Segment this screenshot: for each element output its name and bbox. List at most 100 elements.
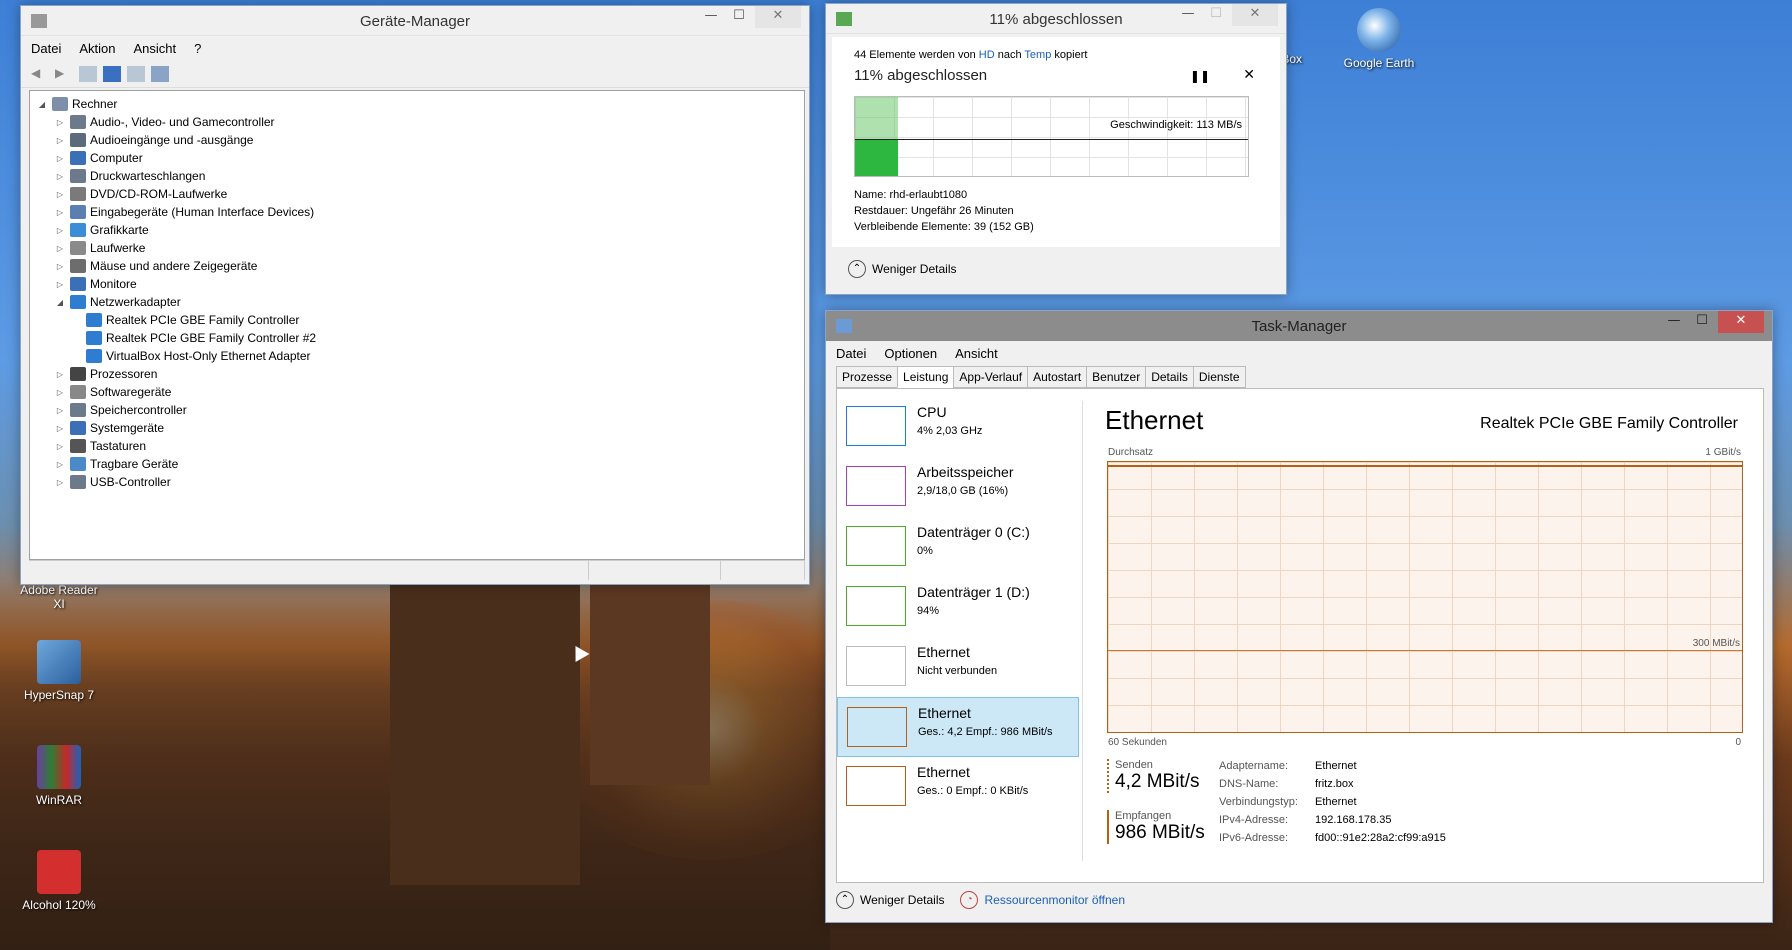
scan-hardware-icon[interactable] bbox=[151, 65, 169, 82]
sidebar-item[interactable]: CPU 4% 2,03 GHz bbox=[837, 397, 1079, 457]
collapse-arrow-icon[interactable]: ◢ bbox=[36, 100, 48, 109]
tree-node[interactable]: ▷ Audioeingänge und -ausgänge bbox=[36, 131, 804, 149]
menu-help[interactable]: ? bbox=[194, 41, 201, 56]
minimize-button[interactable]: — bbox=[1660, 311, 1688, 333]
maximize-button[interactable]: ☐ bbox=[725, 6, 753, 28]
maximize-button[interactable]: ☐ bbox=[1688, 311, 1716, 333]
tree-node[interactable]: ▷ Druckwarteschlangen bbox=[36, 167, 804, 185]
tree-node[interactable]: ▷ DVD/CD-ROM-Laufwerke bbox=[36, 185, 804, 203]
expand-arrow-icon[interactable]: ▷ bbox=[54, 244, 66, 253]
tab-leistung[interactable]: Leistung bbox=[897, 366, 954, 388]
tab-benutzer[interactable]: Benutzer bbox=[1086, 366, 1146, 388]
minimize-button[interactable]: — bbox=[1174, 4, 1202, 26]
help-icon[interactable] bbox=[103, 65, 121, 82]
tree-node[interactable]: ▷ Laufwerke bbox=[36, 239, 804, 257]
expand-arrow-icon[interactable]: ▷ bbox=[54, 136, 66, 145]
back-arrow-icon[interactable]: ◀ bbox=[31, 66, 49, 82]
tree-node[interactable]: ▷ Mäuse und andere Zeigegeräte bbox=[36, 257, 804, 275]
tree-node[interactable]: ▷ USB-Controller bbox=[36, 473, 804, 491]
expand-arrow-icon[interactable]: ▷ bbox=[54, 460, 66, 469]
copy-desc-mid: nach bbox=[997, 49, 1022, 61]
copy-progress-window[interactable]: 11% abgeschlossen — ☐ ✕ 44 Elemente werd… bbox=[825, 3, 1287, 295]
tree-node[interactable]: ▷ Speichercontroller bbox=[36, 401, 804, 419]
google-earth-icon[interactable]: Google Earth bbox=[1334, 8, 1424, 70]
tree-node[interactable]: ▷ Softwaregeräte bbox=[36, 383, 804, 401]
tree-node[interactable]: ▷ Tastaturen bbox=[36, 437, 804, 455]
expand-arrow-icon[interactable]: ▷ bbox=[54, 280, 66, 289]
expand-arrow-icon[interactable]: ▷ bbox=[54, 226, 66, 235]
tab-dienste[interactable]: Dienste bbox=[1192, 366, 1246, 388]
alcohol-icon[interactable]: Alcohol 120% bbox=[14, 850, 104, 912]
sidebar-item[interactable]: Datenträger 1 (D:) 94% bbox=[837, 577, 1079, 637]
device-tree[interactable]: ◢ Rechner ▷ Audio-, Video- und Gamecontrol… bbox=[29, 90, 805, 560]
tree-node[interactable]: ▷ Tragbare Geräte bbox=[36, 455, 804, 473]
sidebar-item[interactable]: Arbeitsspeicher 2,9/18,0 GB (16%) bbox=[837, 457, 1079, 517]
expand-arrow-icon[interactable]: ▷ bbox=[54, 370, 66, 379]
menu-aktion[interactable]: Aktion bbox=[79, 41, 115, 56]
tab-details[interactable]: Details bbox=[1145, 366, 1193, 388]
cancel-button[interactable]: ✕ bbox=[1243, 67, 1255, 83]
camera-icon bbox=[37, 640, 81, 684]
hypersnap-icon[interactable]: HyperSnap 7 bbox=[14, 640, 104, 702]
device-manager-window[interactable]: Geräte-Manager — ☐ ✕ Datei Aktion Ansich… bbox=[20, 5, 810, 585]
tree-node[interactable]: ▷ Systemgeräte bbox=[36, 419, 804, 437]
target-link[interactable]: Temp bbox=[1024, 49, 1051, 61]
sidebar-item[interactable]: Ethernet Nicht verbunden bbox=[837, 637, 1079, 697]
menu-ansicht[interactable]: Ansicht bbox=[955, 346, 998, 361]
tree-node[interactable]: ▷ Prozessoren bbox=[36, 365, 804, 383]
menu-datei[interactable]: Datei bbox=[31, 41, 61, 56]
tree-root[interactable]: ◢ Rechner bbox=[36, 95, 804, 113]
tree-node[interactable]: ▷ Eingabegeräte (Human Interface Devices) bbox=[36, 203, 804, 221]
expand-arrow-icon[interactable]: ▷ bbox=[54, 172, 66, 181]
tree-node[interactable]: ◢ Netzwerkadapter bbox=[36, 293, 804, 311]
tab-autostart[interactable]: Autostart bbox=[1027, 366, 1087, 388]
expand-arrow-icon[interactable]: ▷ bbox=[54, 406, 66, 415]
sidebar-item[interactable]: Ethernet Ges.: 0 Empf.: 0 KBit/s bbox=[837, 757, 1079, 817]
tree-node[interactable]: ▷ Monitore bbox=[36, 275, 804, 293]
winrar-icon[interactable]: WinRAR bbox=[14, 745, 104, 807]
tab-prozesse[interactable]: Prozesse bbox=[836, 366, 898, 388]
sidebar-item[interactable]: Datenträger 0 (C:) 0% bbox=[837, 517, 1079, 577]
titlebar[interactable]: 11% abgeschlossen — ☐ ✕ bbox=[826, 4, 1286, 34]
tree-node[interactable]: ▷ Grafikkarte bbox=[36, 221, 804, 239]
expand-arrow-icon[interactable]: ▷ bbox=[54, 424, 66, 433]
tree-node[interactable]: Realtek PCIe GBE Family Controller bbox=[36, 311, 804, 329]
task-manager-window[interactable]: Task-Manager — ☐ ✕ Datei Optionen Ansich… bbox=[825, 310, 1773, 923]
titlebar[interactable]: Task-Manager — ☐ ✕ bbox=[826, 311, 1772, 341]
menu-optionen[interactable]: Optionen bbox=[884, 346, 937, 361]
forward-arrow-icon[interactable]: ▶ bbox=[55, 66, 73, 82]
expand-arrow-icon[interactable]: ▷ bbox=[54, 478, 66, 487]
expand-arrow-icon[interactable]: ▷ bbox=[54, 442, 66, 451]
maximize-button[interactable]: ☐ bbox=[1202, 4, 1230, 26]
adobe-reader-icon[interactable]: Adobe Reader XI bbox=[14, 583, 104, 611]
expand-arrow-icon[interactable]: ▷ bbox=[54, 208, 66, 217]
expand-arrow-icon[interactable]: ▷ bbox=[54, 154, 66, 163]
name-key: Name: bbox=[854, 189, 887, 201]
menu-ansicht[interactable]: Ansicht bbox=[134, 41, 177, 56]
expand-arrow-icon[interactable]: ▷ bbox=[54, 388, 66, 397]
collapse-arrow-icon[interactable]: ◢ bbox=[54, 298, 66, 307]
less-details-button[interactable]: ⌃ Weniger Details bbox=[836, 891, 944, 909]
close-button[interactable]: ✕ bbox=[1718, 311, 1764, 333]
titlebar[interactable]: Geräte-Manager — ☐ ✕ bbox=[21, 6, 809, 36]
close-button[interactable]: ✕ bbox=[755, 6, 801, 28]
source-link[interactable]: HD bbox=[979, 49, 995, 61]
resource-monitor-link[interactable]: ◔ Ressourcenmonitor öffnen bbox=[960, 891, 1125, 909]
tree-node[interactable]: ▷ Audio-, Video- und Gamecontroller bbox=[36, 113, 804, 131]
tree-node[interactable]: ▷ Computer bbox=[36, 149, 804, 167]
sidebar-item[interactable]: Ethernet Ges.: 4,2 Empf.: 986 MBit/s bbox=[837, 697, 1079, 757]
minimize-button[interactable]: — bbox=[697, 6, 725, 28]
close-button[interactable]: ✕ bbox=[1232, 4, 1278, 26]
menu-datei[interactable]: Datei bbox=[836, 346, 866, 361]
expand-arrow-icon[interactable]: ▷ bbox=[54, 262, 66, 271]
tree-node[interactable]: Realtek PCIe GBE Family Controller #2 bbox=[36, 329, 804, 347]
expand-arrow-icon[interactable]: ▷ bbox=[54, 190, 66, 199]
expand-arrow-icon[interactable]: ▷ bbox=[54, 118, 66, 127]
view-icon[interactable] bbox=[127, 65, 145, 82]
less-details-button[interactable]: ⌃ Weniger Details bbox=[848, 260, 956, 278]
pause-button[interactable]: ❚❚ bbox=[1190, 69, 1210, 83]
speed-graph: Geschwindigkeit: 113 MB/s bbox=[854, 96, 1249, 177]
tree-node[interactable]: VirtualBox Host-Only Ethernet Adapter bbox=[36, 347, 804, 365]
properties-icon[interactable] bbox=[79, 65, 97, 82]
tab-app-verlauf[interactable]: App-Verlauf bbox=[953, 366, 1028, 388]
